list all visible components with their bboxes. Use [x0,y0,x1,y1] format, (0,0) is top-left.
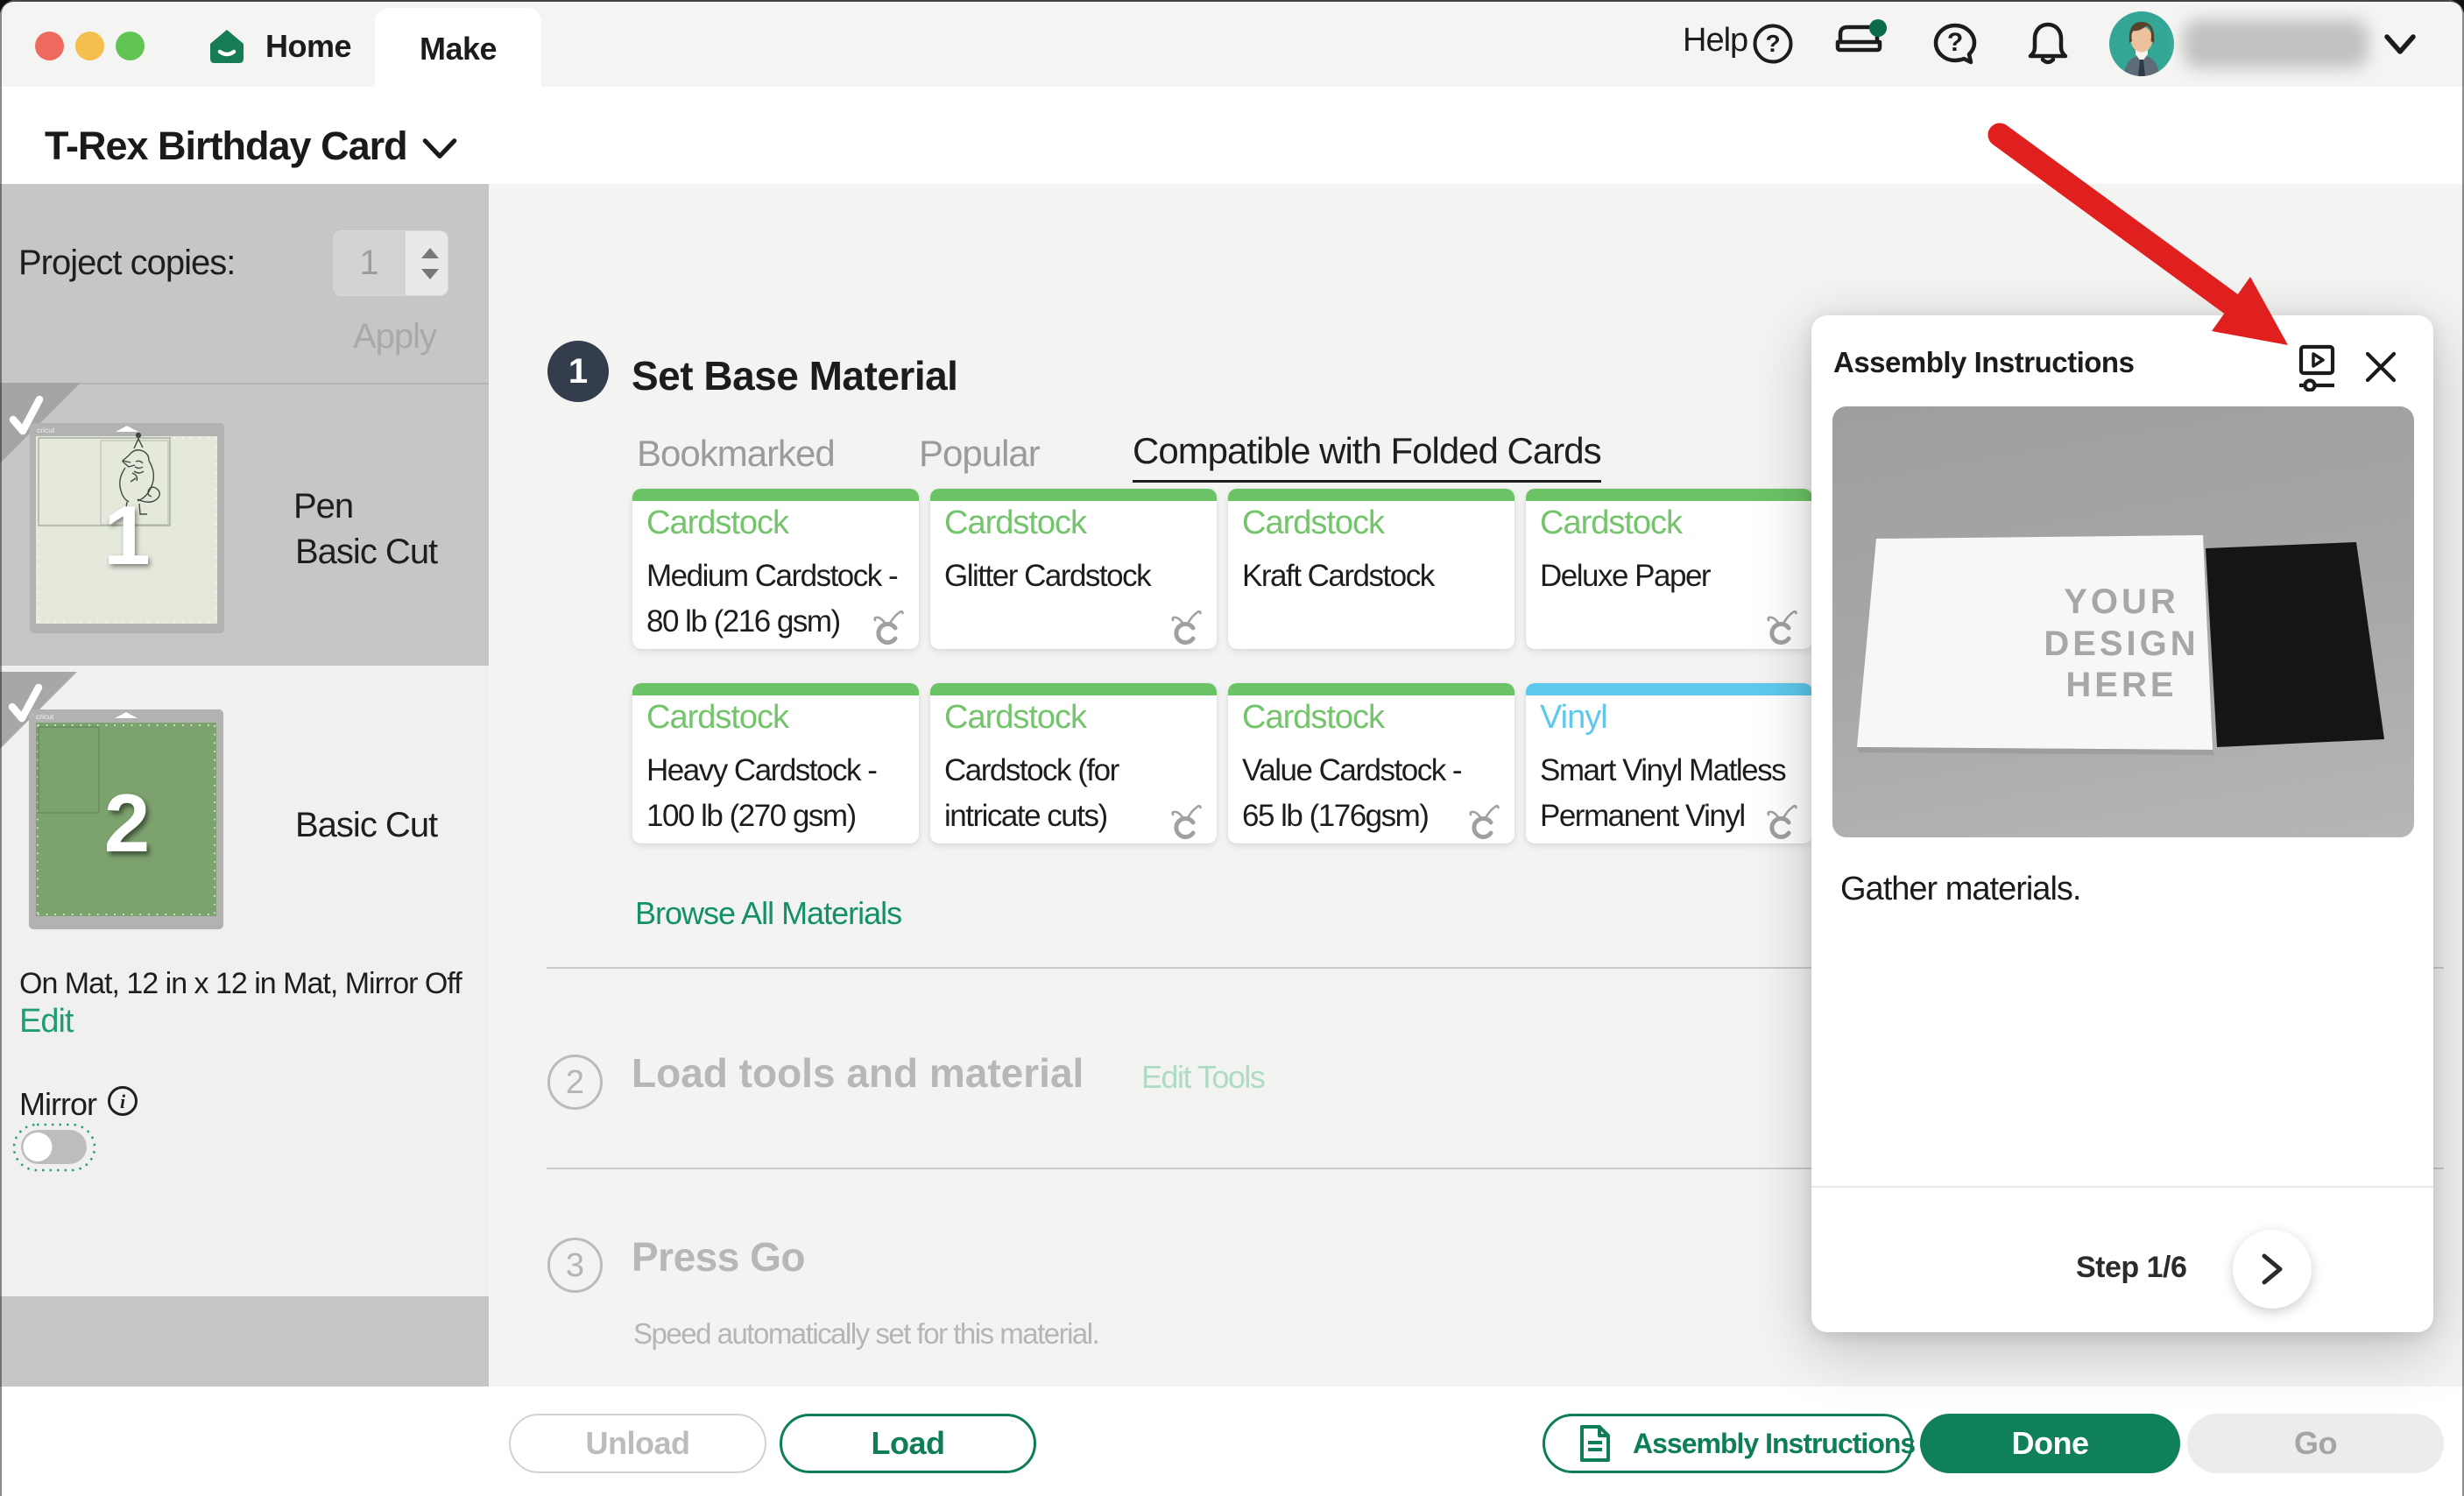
svg-text:cricut: cricut [37,426,55,434]
svg-text:DESIGN: DESIGN [2044,625,2199,663]
svg-text:?: ? [1765,30,1780,57]
svg-text:HERE: HERE [2065,666,2177,704]
svg-text:YOUR: YOUR [2064,582,2179,621]
svg-text:i: i [120,1090,126,1112]
svg-text:cricut: cricut [36,712,54,721]
svg-text:?: ? [1947,28,1963,57]
